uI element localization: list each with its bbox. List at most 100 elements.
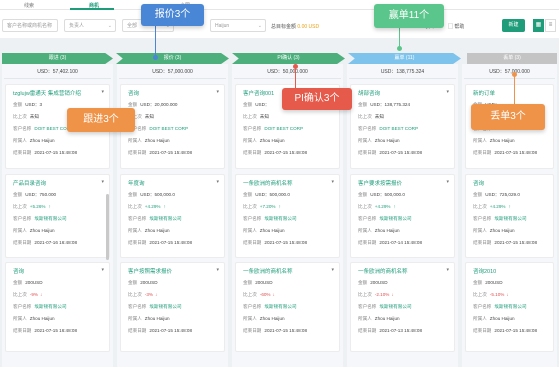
row-label: 所属人 bbox=[473, 138, 487, 143]
opportunity-card[interactable]: 年度询 ▾ 金额 USD：500,000.0 比上次 +4.29% ↑ 客户名称 埃斯顿… bbox=[120, 174, 225, 258]
opportunity-name[interactable]: 咨询2010 bbox=[473, 267, 496, 275]
trend-down-icon: ↓ bbox=[506, 292, 509, 297]
opportunity-name[interactable]: 一条欧洲的商机名称 bbox=[243, 267, 293, 275]
customer-link[interactable]: 埃斯顿有限公司 bbox=[34, 304, 66, 309]
dropdown-icon[interactable]: ▾ bbox=[101, 89, 104, 95]
opportunity-name[interactable]: 产品目录咨询 bbox=[13, 179, 46, 187]
opportunity-name[interactable]: 咨询 bbox=[128, 89, 139, 97]
list-view-toggle[interactable]: ≡ bbox=[545, 19, 556, 32]
grid-view-toggle[interactable]: ▦ bbox=[533, 19, 544, 32]
row-value: Zhou Haijun bbox=[29, 228, 55, 233]
opportunity-card[interactable]: 一条欧洲的商机名称 ▾ 金额 200USD 比上次 -2.10% ↓ 客户名称 埃斯顿有… bbox=[350, 262, 455, 352]
opportunity-card[interactable]: 客户按照需求报价 ▾ 金额 200USD 比上次 -3% ↓ 客户名称 埃斯顿有限公司 … bbox=[120, 262, 225, 352]
help-button[interactable]: ▢ 帮助 bbox=[448, 23, 464, 30]
opportunity-card[interactable]: 客户要求按需报价 ▾ 金额 USD：500,000.0 比上次 +4.29% ↑ 客户… bbox=[350, 174, 455, 258]
customer-link[interactable]: 埃斯顿有限公司 bbox=[34, 216, 66, 221]
customer-link[interactable]: DOIT BEST CORP bbox=[379, 126, 418, 131]
card-row-end-date: 结束日期 2021-07-15 15:48:08 bbox=[243, 328, 307, 334]
row-label: 结束日期 bbox=[128, 240, 147, 245]
lose-callout-dot bbox=[512, 72, 517, 77]
row-label: 金额 bbox=[473, 280, 483, 285]
dropdown-icon[interactable]: ▾ bbox=[446, 89, 449, 95]
opportunity-card[interactable]: 咨询 ▾ 金额 200USD 比上次 -9% ↓ 客户名称 埃斯顿有限公司 所属人 Zho… bbox=[5, 262, 110, 352]
customer-link[interactable]: DOIT BEST CORP bbox=[264, 126, 303, 131]
opportunity-name[interactable]: 新的订单 bbox=[473, 89, 495, 97]
stage-quote[interactable]: 报价 (3) bbox=[116, 53, 229, 64]
scrollbar[interactable] bbox=[106, 194, 109, 260]
person-select[interactable]: Haijun ⌄ bbox=[210, 19, 266, 32]
opportunity-name[interactable]: 咨询 bbox=[473, 179, 484, 187]
opportunity-card[interactable]: 咨询2010 金额 200USD 比上次 -5.10% ↓ 客户名称 埃斯顿有限公司 所… bbox=[465, 262, 554, 352]
opportunity-card[interactable]: 咨询 金额 USD：725,029.0 比上次 +4.29% ↑ 客户名称 埃斯顿有限公… bbox=[465, 174, 554, 258]
stage-won[interactable]: 赢单 (11) bbox=[348, 53, 461, 64]
row-label: 比上次 bbox=[243, 204, 257, 209]
card-row-change: 比上次 +4.29% ↑ bbox=[473, 204, 511, 210]
opportunity-name[interactable]: 咨询 bbox=[13, 267, 24, 275]
row-label: 所属人 bbox=[128, 316, 142, 321]
new-button[interactable]: 新建 bbox=[502, 19, 525, 32]
opportunity-name[interactable]: 一条欧洲的商机名称 bbox=[243, 179, 293, 187]
row-label: 比上次 bbox=[13, 114, 27, 119]
card-row-owner: 所属人 Zhou Haijun bbox=[13, 316, 55, 322]
row-value: 2021-07-15 15:48:08 bbox=[494, 150, 538, 155]
row-label: 金额 bbox=[13, 280, 23, 285]
card-row-amount: 金额 200USD bbox=[243, 280, 273, 286]
stage-pi-confirm[interactable]: PI确认 (3) bbox=[232, 53, 345, 64]
customer-link[interactable]: 埃斯顿有限公司 bbox=[149, 216, 181, 221]
card-row-customer: 客户名称 埃斯顿有限公司 bbox=[243, 304, 297, 310]
stage-lost[interactable]: 丢单 (3) bbox=[467, 53, 557, 64]
row-label: 客户名称 bbox=[243, 126, 262, 131]
customer-link[interactable]: 埃斯顿有限公司 bbox=[494, 304, 526, 309]
dropdown-icon[interactable]: ▾ bbox=[446, 267, 449, 273]
card-row-customer: 客户名称 埃斯顿有限公司 bbox=[13, 216, 67, 222]
opportunity-card[interactable]: 一条欧洲的商机名称 ▾ 金额 200USD 比上次 -60% ↓ 客户名称 埃斯顿有限公… bbox=[235, 262, 340, 352]
row-label: 结束日期 bbox=[13, 240, 32, 245]
card-row-end-date: 结束日期 2021-07-15 15:48:08 bbox=[358, 150, 422, 156]
stage-follow-up[interactable]: 跟进 (3) bbox=[2, 53, 113, 64]
row-label: 金额 bbox=[358, 280, 368, 285]
customer-link[interactable]: DOIT BEST CORP bbox=[149, 126, 188, 131]
customer-link[interactable]: 埃斯顿有限公司 bbox=[264, 304, 296, 309]
opportunity-name[interactable]: 客户要求按需报价 bbox=[358, 179, 402, 187]
lose-count-callout: 丢单3个 bbox=[471, 104, 545, 130]
card-row-end-date: 结束日期 2021-07-15 16:48:08 bbox=[13, 328, 77, 334]
card-row-change: 比上次 +7.20% ↑ bbox=[243, 204, 281, 210]
customer-link[interactable]: 埃斯顿有限公司 bbox=[494, 216, 526, 221]
opportunity-card[interactable]: 产品目录咨询 ▾ 金额 USD：750.000 比上次 +5.26% ↑ 客户名称 埃斯… bbox=[5, 174, 110, 258]
customer-link[interactable]: 埃斯顿有限公司 bbox=[264, 216, 296, 221]
opportunity-name[interactable]: tzglujw雷通天 集成营销介绍 bbox=[13, 89, 81, 97]
column-total: USD：50,000.000 bbox=[267, 69, 308, 75]
opportunity-name[interactable]: 胡部咨询 bbox=[358, 89, 380, 97]
dropdown-icon[interactable]: ▾ bbox=[101, 267, 104, 273]
opportunity-name[interactable]: 客户按照需求报价 bbox=[128, 267, 172, 275]
owner-select[interactable]: 负责人 ⌄ bbox=[64, 19, 116, 32]
opportunity-name[interactable]: 客户咨询001 bbox=[243, 89, 274, 97]
opportunity-name[interactable]: 年度询 bbox=[128, 179, 145, 187]
customer-link[interactable]: 埃斯顿有限公司 bbox=[379, 216, 411, 221]
row-label: 结束日期 bbox=[243, 328, 262, 333]
dropdown-icon[interactable]: ▾ bbox=[331, 267, 334, 273]
help-icon: ▢ bbox=[448, 24, 454, 30]
dropdown-icon[interactable]: ▾ bbox=[446, 179, 449, 185]
dropdown-icon[interactable]: ▾ bbox=[216, 89, 219, 95]
dropdown-icon[interactable]: ▾ bbox=[216, 267, 219, 273]
row-label: 客户名称 bbox=[13, 304, 32, 309]
row-label: 所属人 bbox=[13, 228, 27, 233]
opportunity-card[interactable]: 咨询 ▾ 金额USD：20,000.000 比上次未知 客户名称DOIT BES… bbox=[120, 84, 225, 169]
dropdown-icon[interactable]: ▾ bbox=[216, 179, 219, 185]
opportunity-card[interactable]: 胡部咨询 ▾ 金额 USD：138,775.324 比上次 未知 客户名称 DOIT … bbox=[350, 84, 455, 169]
divider bbox=[349, 78, 456, 79]
customer-link[interactable]: 埃斯顿有限公司 bbox=[149, 304, 181, 309]
dropdown-icon[interactable]: ▾ bbox=[331, 179, 334, 185]
customer-link[interactable]: 埃斯顿有限公司 bbox=[379, 304, 411, 309]
row-label: 比上次 bbox=[13, 204, 27, 209]
card-row-amount: 金额 USD：750.000 bbox=[13, 192, 56, 198]
row-value: 2021-07-15 15:48:08 bbox=[264, 150, 308, 155]
tab-leads[interactable]: 线索 bbox=[24, 2, 34, 9]
card-row-end-date: 结束日期 2021-07-15 15:48:08 bbox=[243, 240, 307, 246]
row-value: +4.29% bbox=[374, 204, 391, 209]
opportunity-card[interactable]: 一条欧洲的商机名称 ▾ 金额 USD：500,000.0 比上次 +7.20% ↑ 客… bbox=[235, 174, 340, 258]
search-input[interactable]: 客户名称或商机名称 bbox=[2, 19, 58, 32]
dropdown-icon[interactable]: ▾ bbox=[101, 179, 104, 185]
opportunity-name[interactable]: 一条欧洲的商机名称 bbox=[358, 267, 408, 275]
